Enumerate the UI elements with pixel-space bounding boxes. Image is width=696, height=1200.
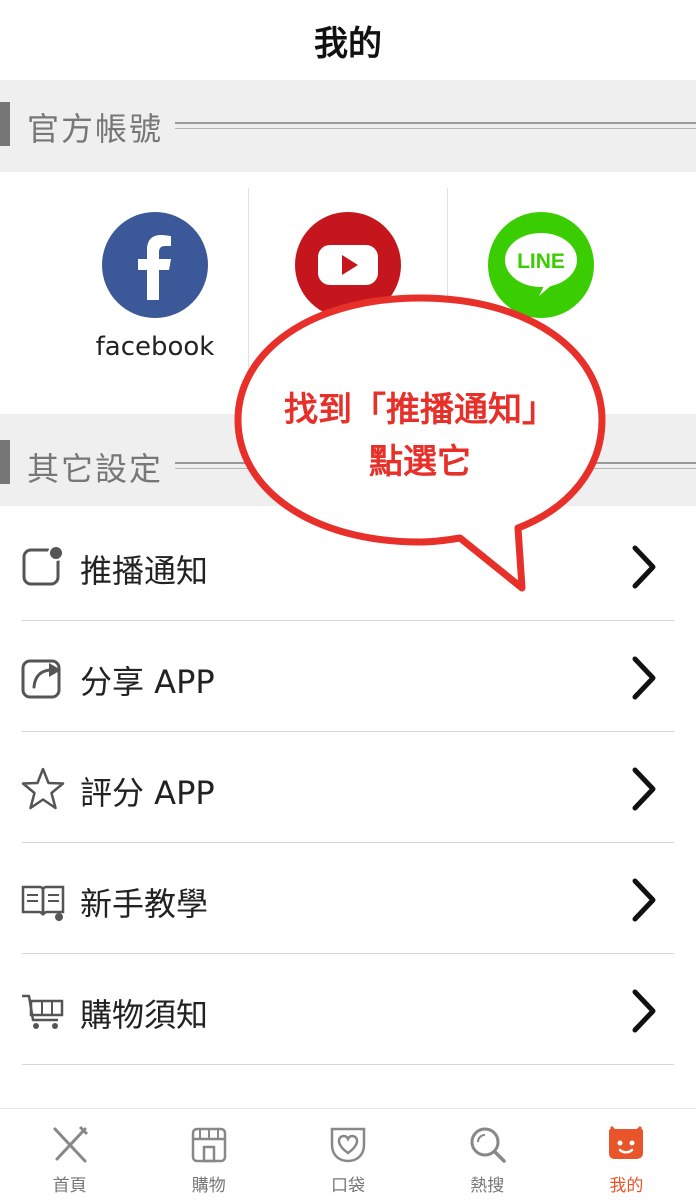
tab-label: 購物 bbox=[191, 1176, 226, 1196]
menu-item-label: 評分 APP bbox=[80, 774, 215, 812]
tab-mine[interactable]: 我的 bbox=[557, 1109, 696, 1200]
line-account-button[interactable]: LINE bbox=[441, 172, 641, 404]
chevron-right-icon bbox=[632, 989, 656, 1033]
heart-icon bbox=[330, 1127, 366, 1163]
chevron-right-icon bbox=[632, 545, 656, 589]
notification-icon bbox=[22, 545, 64, 586]
utensils-icon bbox=[53, 1125, 88, 1163]
facebook-account-button[interactable]: facebook bbox=[55, 172, 255, 404]
cart-icon bbox=[22, 994, 64, 1029]
tab-shopping[interactable]: 購物 bbox=[139, 1109, 278, 1200]
bottom-tab-bar: 首頁 購物 口袋 熱搜 我的 bbox=[0, 1108, 696, 1200]
youtube-account-button[interactable] bbox=[248, 172, 448, 404]
line-badge-text: LINE bbox=[517, 250, 565, 273]
menu-item-rate-app[interactable]: 評分 APP bbox=[0, 732, 696, 843]
menu-item-label: 新手教學 bbox=[80, 885, 209, 923]
section-header-official: 官方帳號 bbox=[0, 80, 696, 172]
book-icon bbox=[21, 885, 65, 921]
menu-item-label: 購物須知 bbox=[80, 996, 209, 1034]
callout-text: 找到「推播通知」 點選它 bbox=[250, 384, 590, 488]
social-accounts-row: facebook LINE bbox=[0, 172, 696, 404]
line-icon: LINE bbox=[488, 212, 594, 318]
chevron-right-icon bbox=[632, 767, 656, 811]
top-bar: 我的 bbox=[0, 0, 696, 80]
tab-label: 口袋 bbox=[331, 1176, 365, 1196]
menu-item-share-app[interactable]: 分享 APP bbox=[0, 621, 696, 732]
smile-icon bbox=[609, 1125, 644, 1159]
menu-item-push-notification[interactable]: 推播通知 bbox=[0, 510, 696, 621]
tab-pocket[interactable]: 口袋 bbox=[278, 1109, 417, 1200]
page-title: 我的 bbox=[314, 23, 382, 64]
section-marker bbox=[0, 440, 10, 484]
star-icon bbox=[21, 767, 65, 810]
section-title-official: 官方帳號 bbox=[27, 110, 164, 148]
tab-home[interactable]: 首頁 bbox=[0, 1109, 139, 1200]
facebook-icon bbox=[102, 212, 208, 318]
chevron-right-icon bbox=[632, 878, 656, 922]
menu-item-label: 推播通知 bbox=[80, 552, 209, 590]
search-icon bbox=[470, 1127, 506, 1163]
menu-item-label: 分享 APP bbox=[80, 663, 215, 701]
chevron-right-icon bbox=[632, 656, 656, 700]
tab-trending-search[interactable]: 熱搜 bbox=[418, 1109, 557, 1200]
section-rule bbox=[175, 122, 696, 124]
callout-line-2: 點選它 bbox=[369, 442, 471, 482]
facebook-label: facebook bbox=[95, 332, 215, 362]
section-marker bbox=[0, 102, 10, 146]
menu-item-shopping-notice[interactable]: 購物須知 bbox=[0, 954, 696, 1065]
tab-label: 首頁 bbox=[52, 1176, 87, 1196]
row-separator bbox=[22, 1064, 674, 1065]
settings-menu: 推播通知 分享 APP 評分 APP 新手教學 購物須知 bbox=[0, 510, 696, 1065]
tab-label: 熱搜 bbox=[470, 1176, 505, 1196]
tab-label: 我的 bbox=[609, 1176, 644, 1196]
store-icon bbox=[191, 1127, 227, 1163]
share-icon bbox=[21, 659, 61, 699]
callout-line-1: 找到「推播通知」 bbox=[284, 390, 556, 430]
menu-item-tutorial[interactable]: 新手教學 bbox=[0, 843, 696, 954]
section-rule bbox=[175, 128, 696, 129]
youtube-icon bbox=[295, 212, 401, 318]
section-title-other: 其它設定 bbox=[27, 450, 164, 488]
